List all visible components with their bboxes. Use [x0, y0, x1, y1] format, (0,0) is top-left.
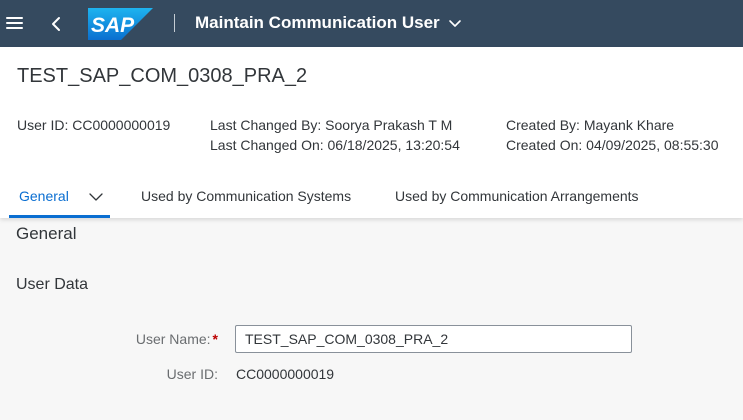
created-on: Created On: 04/09/2025, 08:55:30	[506, 137, 719, 153]
sap-logo[interactable]: SAP	[88, 8, 153, 40]
user-name-label-text: User Name:	[135, 331, 211, 347]
user-id-label: User ID:	[166, 366, 218, 382]
chevron-down-icon[interactable]	[88, 191, 104, 203]
user-name-label: User Name: *	[136, 331, 218, 347]
back-icon[interactable]	[47, 13, 67, 35]
required-marker: *	[212, 331, 218, 347]
subsection-title: User Data	[16, 276, 89, 293]
tab-selected-indicator	[9, 215, 110, 218]
last-changed-on: Last Changed On: 06/18/2025, 13:20:54	[210, 137, 460, 153]
menu-icon[interactable]	[5, 13, 25, 33]
tab-arrangements-label: Used by Communication Arrangements	[395, 188, 639, 204]
tab-systems-label: Used by Communication Systems	[141, 188, 352, 204]
tab-general-label: General	[19, 188, 69, 204]
object-header: TEST_SAP_COM_0308_PRA_2 User ID: CC00000…	[0, 47, 743, 218]
shell-bar: SAP Maintain Communication User	[0, 0, 743, 47]
app-title: Maintain Communication User	[195, 13, 440, 32]
user-name-input[interactable]	[235, 325, 632, 353]
tab-general[interactable]: General	[9, 186, 110, 218]
shell-separator	[174, 14, 175, 32]
logo-text: SAP	[91, 14, 135, 37]
user-id-value: CC0000000019	[236, 366, 335, 382]
section-title: General	[16, 224, 77, 243]
object-title: TEST_SAP_COM_0308_PRA_2	[17, 65, 308, 87]
created-by: Created By: Mayank Khare	[506, 117, 675, 133]
chevron-down-icon	[448, 20, 461, 27]
header-user-id: User ID: CC0000000019	[17, 117, 171, 133]
app-title-menu[interactable]: Maintain Communication User	[195, 13, 462, 33]
last-changed-by: Last Changed By: Soorya Prakash T M	[210, 117, 453, 133]
